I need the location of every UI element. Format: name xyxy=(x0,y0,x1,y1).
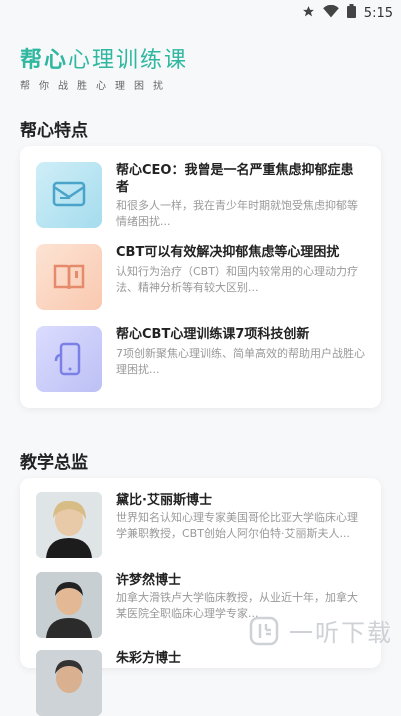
director-name: 黛比·艾丽斯博士 xyxy=(116,493,212,508)
avatar xyxy=(36,572,102,638)
feature-thumb xyxy=(36,326,102,392)
director-item[interactable]: 朱彩方博士 xyxy=(36,650,366,716)
avatar xyxy=(36,492,102,558)
avatar xyxy=(36,650,102,716)
app-subtitle: 帮你战胜心理困扰 xyxy=(20,81,172,92)
feature-item[interactable]: 帮心CBT心理训练课7项科技创新 7项创新聚焦心理训练、简单高效的帮助用户战胜心… xyxy=(36,326,366,392)
feature-item[interactable]: CBT可以有效解决抑郁焦虑等心理困扰 认知行为治疗（CBT）和国内较常用的心理动… xyxy=(36,244,366,310)
app-title: 帮心心理训练课 xyxy=(20,42,188,74)
feature-desc: 和很多人一样，我在青少年时期就饱受焦虑抑郁等情绪困扰... xyxy=(116,199,358,228)
status-time: 5:15 xyxy=(363,5,393,21)
feature-title: 帮心CBT心理训练课7项科技创新 xyxy=(116,327,310,342)
star-icon xyxy=(302,5,315,22)
feature-title: CBT可以有效解决抑郁焦虑等心理困扰 xyxy=(116,245,340,260)
directors-heading: 教学总监 xyxy=(20,453,88,473)
watermark: 一听下载 xyxy=(249,613,393,648)
feature-thumb xyxy=(36,162,102,228)
brand-header: 帮心心理训练课 帮你战胜心理困扰 xyxy=(20,42,188,92)
director-name: 许梦然博士 xyxy=(116,573,182,588)
director-item[interactable]: 黛比·艾丽斯博士 世界知名认知心理专家美国哥伦比亚大学临床心理学兼职教授，CBT… xyxy=(36,492,366,558)
features-heading: 帮心特点 xyxy=(20,121,88,141)
feature-title: 帮心CEO：我曾是一名严重焦虑抑郁症患者 xyxy=(116,163,354,195)
app-title-rest: 心理训练课 xyxy=(68,48,189,73)
battery-icon xyxy=(346,4,356,22)
watermark-logo-icon xyxy=(249,616,279,645)
status-bar: 5:15 xyxy=(0,0,401,24)
watermark-text: 一听下载 xyxy=(289,619,393,647)
director-desc: 世界知名认知心理专家美国哥伦比亚大学临床心理学兼职教授，CBT创始人阿尔伯特·艾… xyxy=(116,511,358,540)
book-icon xyxy=(53,264,85,290)
phone-icon xyxy=(54,342,81,376)
director-name: 朱彩方博士 xyxy=(116,651,182,666)
feature-thumb xyxy=(36,244,102,310)
feature-desc: 认知行为治疗（CBT）和国内较常用的心理动力疗法、精神分析等有较大区别... xyxy=(116,265,358,294)
wifi-icon xyxy=(322,4,339,22)
mail-icon xyxy=(52,181,86,207)
features-card: 帮心CEO：我曾是一名严重焦虑抑郁症患者 和很多人一样，我在青少年时期就饱受焦虑… xyxy=(20,146,381,408)
app-title-bold: 帮心 xyxy=(20,48,69,73)
feature-desc: 7项创新聚焦心理训练、简单高效的帮助用户战胜心理困扰... xyxy=(116,347,365,376)
feature-item[interactable]: 帮心CEO：我曾是一名严重焦虑抑郁症患者 和很多人一样，我在青少年时期就饱受焦虑… xyxy=(36,162,366,228)
